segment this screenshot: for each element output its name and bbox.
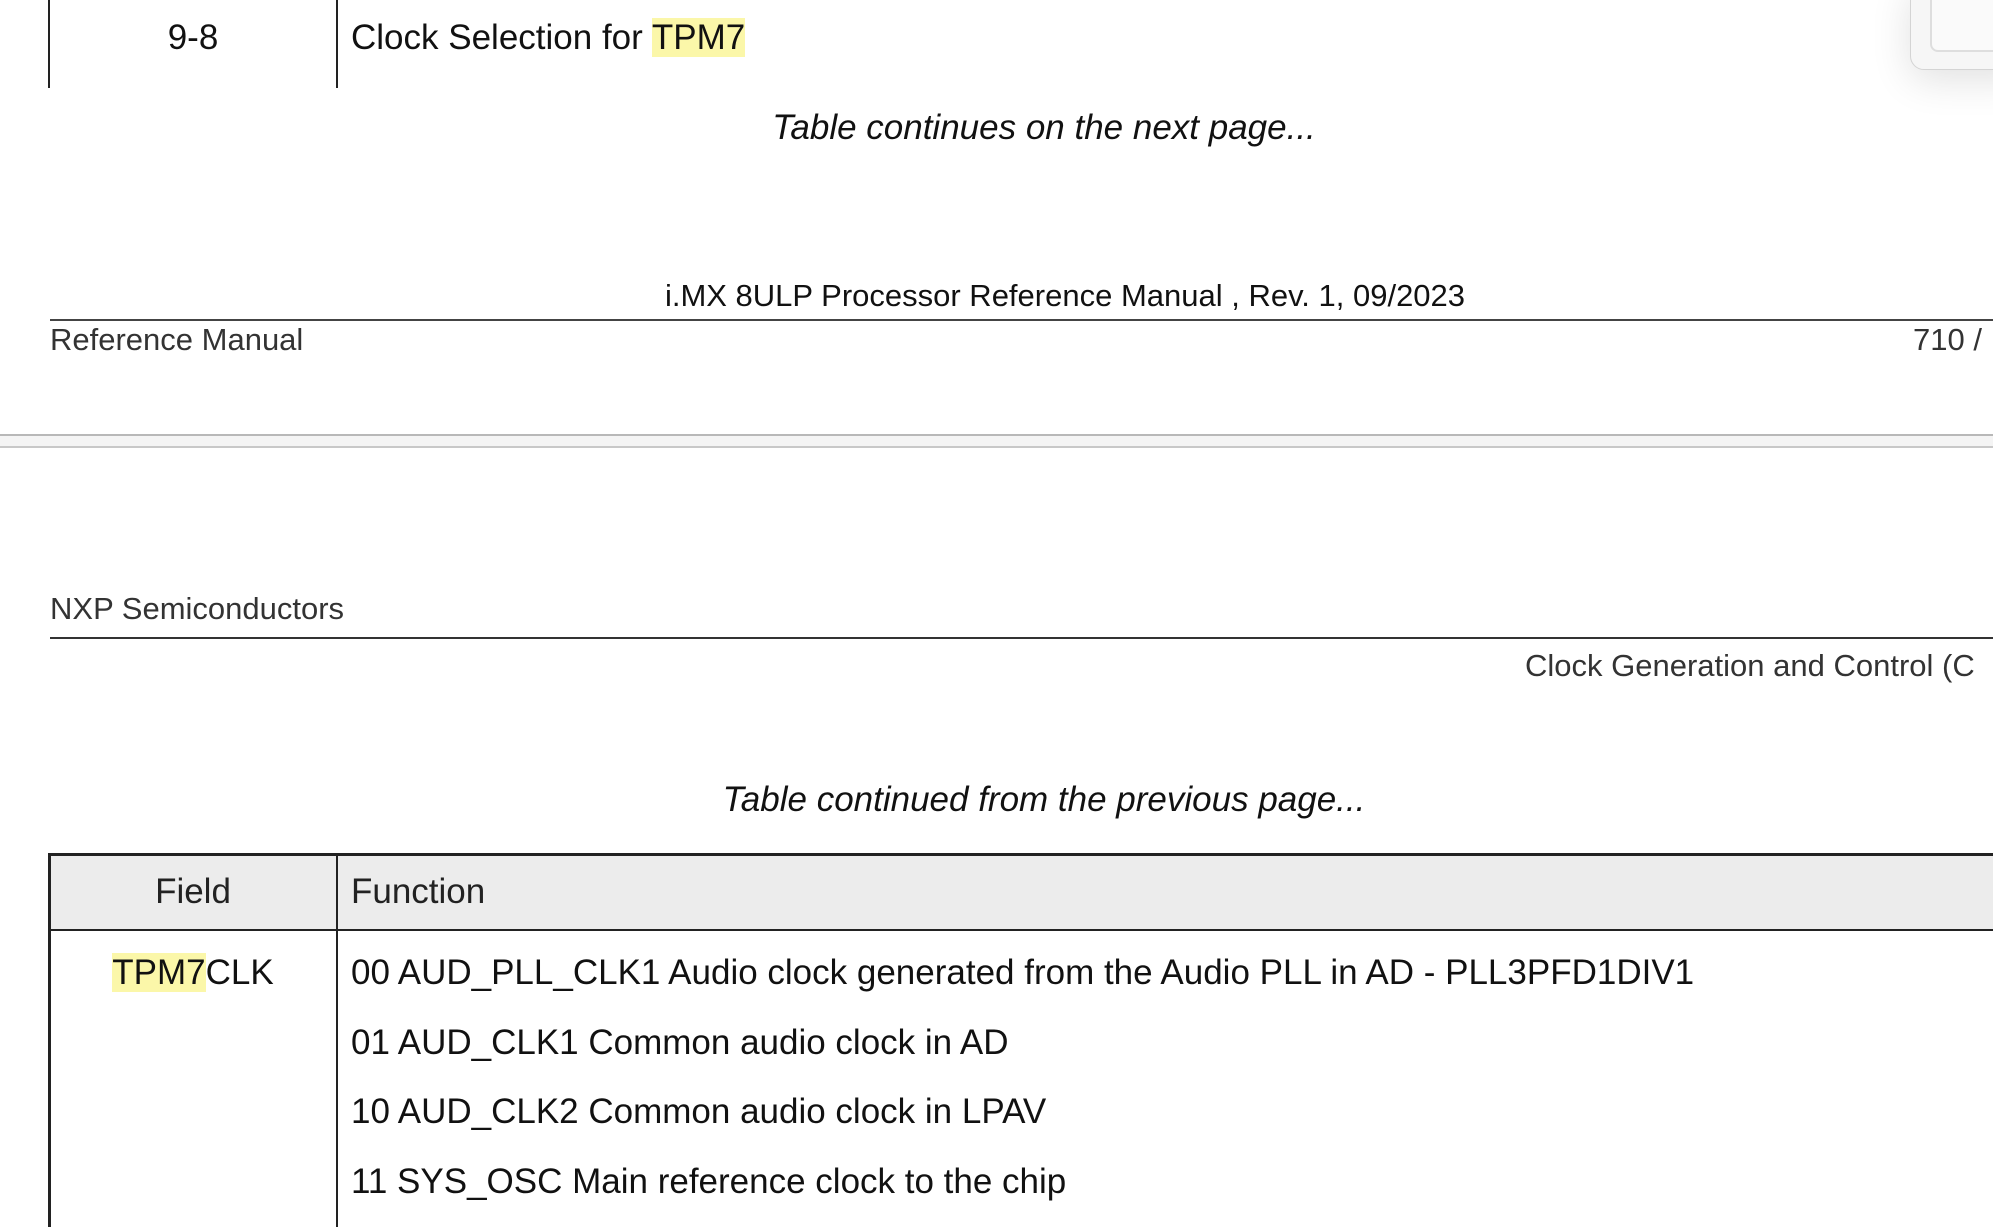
header-company: NXP Semiconductors: [50, 591, 345, 626]
table-continued-note: Table continued from the previous page..…: [722, 780, 1366, 819]
footer-page-number: 710 /: [1913, 322, 1982, 357]
header-chapter: Clock Generation and Control (C: [1525, 648, 1975, 683]
table-header-row: [50, 856, 1993, 930]
footer-title: i.MX 8ULP Processor Reference Manual , R…: [664, 278, 1466, 313]
table-continues-note: Table continues on the next page...: [772, 108, 1316, 147]
header-rule: [50, 637, 1993, 639]
column-header-field: Field: [155, 872, 231, 911]
popup-inner-control[interactable]: [1930, 0, 1993, 52]
table-column-divider: [336, 853, 338, 1227]
footer-rule: [50, 319, 1993, 321]
column-header-function: Function: [351, 872, 486, 911]
prev-row-function: Clock Selection for TPM7: [351, 18, 746, 58]
table-header-border: [48, 929, 1993, 931]
function-line: 00 AUD_PLL_CLK1 Audio clock generated fr…: [351, 953, 1695, 992]
footer-left-label: Reference Manual: [50, 322, 304, 357]
row-field-suffix: CLK: [205, 953, 274, 992]
row-field-name: TPM7CLK: [50, 953, 336, 993]
table-top-border: [48, 853, 1993, 856]
search-highlight: TPM7: [112, 953, 206, 992]
prev-row-function-text: Clock Selection for: [351, 18, 652, 57]
prev-table-divider: [336, 0, 338, 88]
page-separator: [0, 434, 1993, 448]
search-highlight: TPM7: [651, 18, 746, 57]
prev-row-field: 9-8: [167, 18, 219, 57]
function-line: 11 SYS_OSC Main reference clock to the c…: [351, 1162, 1067, 1201]
function-line: 01 AUD_CLK1 Common audio clock in AD: [351, 1023, 1009, 1062]
function-line: 10 AUD_CLK2 Common audio clock in LPAV: [351, 1092, 1047, 1131]
